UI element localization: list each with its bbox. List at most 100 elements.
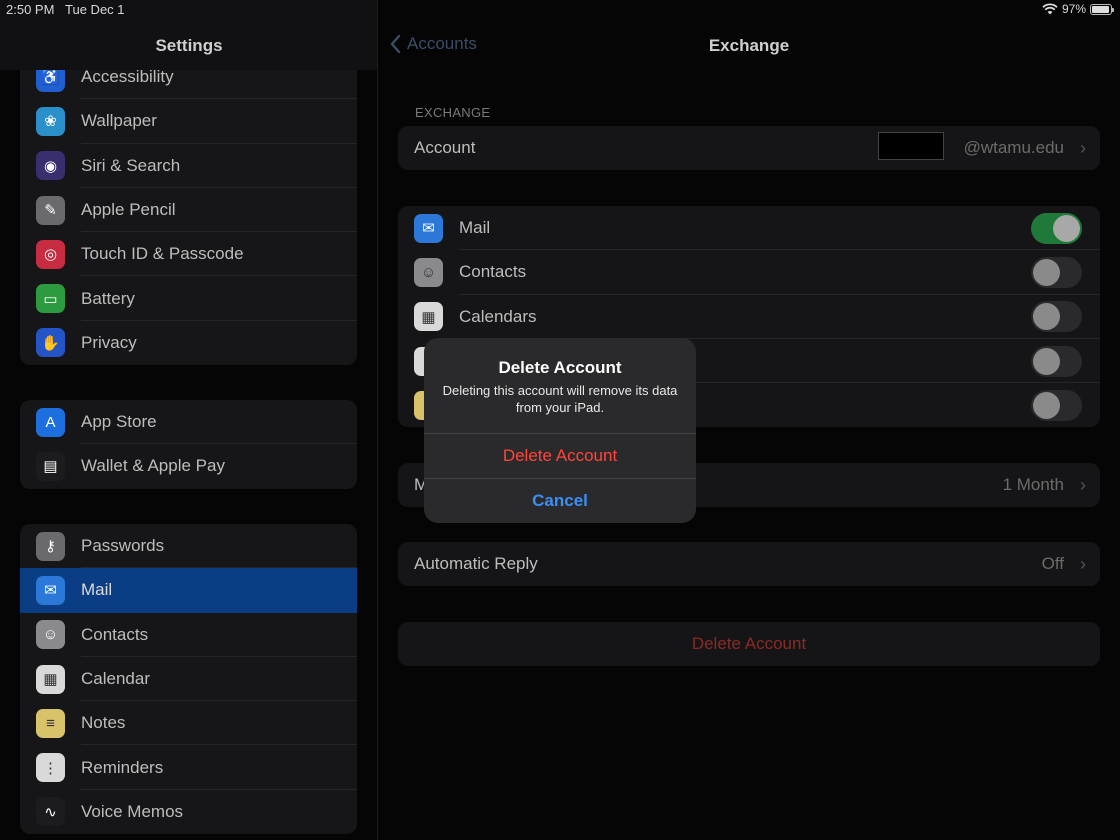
- pencil-icon: ✎: [36, 195, 65, 225]
- settings-group-store: A App Store ▤ Wallet & Apple Pay: [20, 400, 357, 489]
- chevron-right-icon: ›: [1080, 137, 1086, 158]
- sidebar-item-label: Wallpaper: [81, 111, 157, 131]
- redacted-username: [878, 132, 944, 160]
- toggle-knob: [1033, 303, 1060, 331]
- section-header: EXCHANGE: [415, 105, 491, 120]
- service-toggle[interactable]: [1031, 212, 1082, 244]
- toggle-knob: [1033, 391, 1060, 419]
- sidebar-item-wallet-apple-pay[interactable]: ▤ Wallet & Apple Pay: [20, 444, 357, 488]
- service-label: Mail: [459, 218, 491, 238]
- chevron-right-icon: ›: [1080, 553, 1086, 574]
- auto-reply-label: Automatic Reply: [414, 554, 538, 574]
- status-indicators: 97%: [1042, 2, 1114, 16]
- sidebar-item-label: Contacts: [81, 624, 149, 644]
- sidebar-item-notes[interactable]: ≡ Notes: [20, 701, 357, 746]
- calendar-icon: ▦: [36, 664, 65, 694]
- sidebar-title: Settings: [155, 36, 223, 55]
- sidebar-item-label: Privacy: [81, 332, 137, 352]
- alert-title: Delete Account: [498, 358, 622, 377]
- sidebar-item-label: Wallet & Apple Pay: [81, 456, 225, 476]
- siri-icon: ◉: [36, 151, 65, 181]
- service-row: ✉ Mail: [398, 206, 1100, 251]
- settings-group-system: ♿ Accessibility ❀ Wallpaper ◉ Siri & Search ✎ A…: [20, 55, 357, 366]
- toggle-knob: [1033, 258, 1060, 286]
- account-label: Account: [414, 138, 476, 158]
- sidebar-item-calendar[interactable]: ▦ Calendar: [20, 657, 357, 702]
- alert-delete-button[interactable]: Delete Account: [424, 434, 696, 478]
- sidebar-item-label: Calendar: [81, 669, 150, 689]
- hand-icon: ✋: [36, 328, 65, 358]
- sidebar-item-mail[interactable]: ✉ Mail: [20, 568, 357, 613]
- alert-cancel-button[interactable]: Cancel: [424, 479, 696, 523]
- sidebar-item-privacy[interactable]: ✋ Privacy: [20, 321, 357, 365]
- date-text: Tue Dec 1: [65, 2, 125, 17]
- sidebar-item-contacts[interactable]: ☺ Contacts: [20, 613, 357, 657]
- service-label: Calendars: [459, 306, 537, 326]
- sidebar-item-label: Siri & Search: [81, 155, 181, 175]
- sidebar-item-wallpaper[interactable]: ❀ Wallpaper: [20, 99, 357, 144]
- sidebar-item-label: Reminders: [81, 757, 164, 777]
- key-icon: ⚷: [36, 531, 65, 561]
- mail-icon: ✉: [414, 213, 443, 243]
- account-row[interactable]: Account @wtamu.edu ›: [398, 126, 1100, 170]
- chevron-right-icon: ›: [1080, 474, 1086, 495]
- auto-reply-card: Automatic Reply Off ›: [398, 542, 1100, 587]
- settings-sidebar: Settings ♿ Accessibility ❀ Wallpaper ◉ Siri &…: [0, 0, 378, 840]
- delete-card: Delete Account: [398, 622, 1100, 667]
- sidebar-item-label: Battery: [81, 288, 135, 308]
- sidebar-item-app-store[interactable]: A App Store: [20, 400, 357, 445]
- sidebar-item-label: App Store: [81, 412, 157, 432]
- sidebar-item-reminders[interactable]: ⋮ Reminders: [20, 745, 357, 790]
- reminders-icon: ⋮: [36, 753, 65, 783]
- account-card: Account @wtamu.edu ›: [398, 126, 1100, 171]
- time-text: 2:50 PM: [6, 2, 55, 17]
- voice-memos-icon: ∿: [36, 797, 65, 827]
- toggle-knob: [1053, 214, 1080, 242]
- mail-icon: ✉: [36, 575, 65, 605]
- service-toggle[interactable]: [1031, 345, 1082, 377]
- sidebar-item-apple-pencil[interactable]: ✎ Apple Pencil: [20, 188, 357, 233]
- wallet-icon: ▤: [36, 451, 65, 481]
- service-toggle[interactable]: [1031, 301, 1082, 333]
- sidebar-item-label: Voice Memos: [81, 801, 184, 821]
- mail-days-value: 1 Month: [1002, 475, 1064, 495]
- sidebar-item-label: Accessibility: [81, 67, 174, 87]
- auto-reply-value: Off: [1041, 554, 1064, 574]
- account-value: @wtamu.edu: [963, 138, 1064, 158]
- auto-reply-row[interactable]: Automatic Reply Off ›: [398, 542, 1100, 586]
- battery-percent: 97%: [1061, 2, 1086, 16]
- settings-group-apps: ⚷ Passwords ✉ Mail ☺ Contacts ▦ Calendar ≡ Notes ⋮…: [20, 524, 357, 835]
- delete-account-button[interactable]: Delete Account: [398, 622, 1100, 666]
- sidebar-item-label: Touch ID & Passcode: [81, 244, 244, 264]
- sidebar-item-passwords[interactable]: ⚷ Passwords: [20, 524, 357, 569]
- sidebar-item-label: Mail: [81, 580, 113, 600]
- fingerprint-icon: ◎: [36, 239, 65, 269]
- page-title: Exchange: [708, 36, 790, 55]
- service-toggle[interactable]: [1031, 256, 1082, 288]
- status-time: 2:50 PM Tue Dec 1: [6, 2, 125, 17]
- contacts-icon: ☺: [414, 257, 443, 287]
- sidebar-item-battery[interactable]: ▭ Battery: [20, 276, 357, 321]
- sidebar-item-label: Notes: [81, 713, 126, 733]
- service-row: ▦ Calendars: [398, 295, 1100, 339]
- delete-account-alert: Delete Account Deleting this account wil…: [424, 338, 696, 523]
- sidebar-item-label: Apple Pencil: [81, 200, 176, 220]
- delete-account-label: Delete Account: [691, 634, 807, 654]
- notes-icon: ≡: [36, 708, 65, 738]
- wifi-icon: [1042, 3, 1058, 15]
- sidebar-item-label: Passwords: [81, 536, 165, 556]
- status-bar: 2:50 PM Tue Dec 1 97%: [0, 0, 1120, 20]
- battery-icon: ▭: [36, 284, 65, 314]
- service-toggle[interactable]: [1031, 389, 1082, 421]
- sidebar-item-voice-memos[interactable]: ∿ Voice Memos: [20, 790, 357, 834]
- wallpaper-icon: ❀: [36, 106, 65, 136]
- contacts-icon: ☺: [36, 620, 65, 650]
- calendar-icon: ▦: [414, 302, 443, 332]
- app-store-icon: A: [36, 407, 65, 437]
- service-row: ☺ Contacts: [398, 250, 1100, 295]
- sidebar-item-touch-id-passcode[interactable]: ◎ Touch ID & Passcode: [20, 232, 357, 277]
- alert-message: Deleting this account will remove its da…: [442, 383, 678, 415]
- toggle-knob: [1033, 347, 1060, 375]
- service-label: Contacts: [459, 262, 527, 282]
- sidebar-item-siri-search[interactable]: ◉ Siri & Search: [20, 144, 357, 188]
